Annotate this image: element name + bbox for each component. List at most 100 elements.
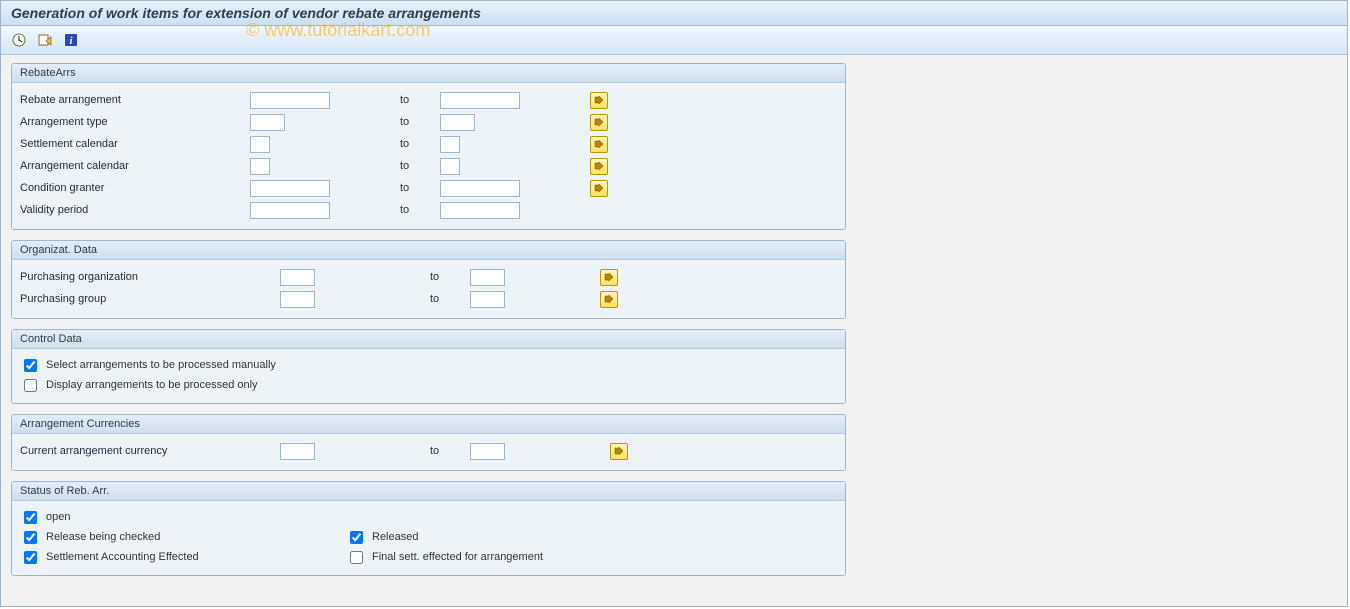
label-condition-granter: Condition granter <box>20 182 250 194</box>
row-validity-period: Validity period to <box>20 199 837 221</box>
checkbox-release-check[interactable] <box>24 531 37 544</box>
to-label: to <box>430 293 470 305</box>
input-purchasing-org-to[interactable] <box>470 269 505 286</box>
panel-header: Organizat. Data <box>12 241 845 260</box>
execute-button[interactable] <box>9 30 29 50</box>
row-arrangement-type: Arrangement type to <box>20 111 837 133</box>
label-display-only: Display arrangements to be processed onl… <box>46 379 258 391</box>
panel-rebate-arrs: RebateArrs Rebate arrangement to Arrange… <box>11 63 846 230</box>
label-release-check: Release being checked <box>46 531 160 543</box>
arrow-right-icon <box>594 118 604 126</box>
arrow-right-icon <box>594 162 604 170</box>
row-display-only: Display arrangements to be processed onl… <box>20 375 837 395</box>
input-purchasing-org-from[interactable] <box>280 269 315 286</box>
multi-select-button[interactable] <box>590 92 608 109</box>
input-settlement-calendar-from[interactable] <box>250 136 270 153</box>
row-release-check: Release being checked Released <box>20 527 837 547</box>
label-validity-period: Validity period <box>20 204 250 216</box>
input-condition-granter-to[interactable] <box>440 180 520 197</box>
label-purchasing-org: Purchasing organization <box>20 271 280 283</box>
panel-header: Arrangement Currencies <box>12 415 845 434</box>
label-final-sett: Final sett. effected for arrangement <box>372 551 543 563</box>
input-settlement-calendar-to[interactable] <box>440 136 460 153</box>
window-title: Generation of work items for extension o… <box>11 5 481 21</box>
to-label: to <box>400 204 440 216</box>
to-label: to <box>400 160 440 172</box>
checkbox-display-only[interactable] <box>24 379 37 392</box>
row-open: open <box>20 507 837 527</box>
panel-org-data: Organizat. Data Purchasing organization … <box>11 240 846 319</box>
to-label: to <box>400 116 440 128</box>
row-purchasing-org: Purchasing organization to <box>20 266 837 288</box>
row-rebate-arrangement: Rebate arrangement to <box>20 89 837 111</box>
label-settle-effected: Settlement Accounting Effected <box>46 551 199 563</box>
label-released: Released <box>372 531 418 543</box>
input-arrangement-type-to[interactable] <box>440 114 475 131</box>
to-label: to <box>400 182 440 194</box>
panel-status: Status of Reb. Arr. open Release being c… <box>11 481 846 576</box>
input-rebate-arrangement-to[interactable] <box>440 92 520 109</box>
input-currency-to[interactable] <box>470 443 505 460</box>
input-arrangement-type-from[interactable] <box>250 114 285 131</box>
multi-select-button[interactable] <box>610 443 628 460</box>
row-purchasing-group: Purchasing group to <box>20 288 837 310</box>
arrow-right-icon <box>614 447 624 455</box>
label-select-manual: Select arrangements to be processed manu… <box>46 359 276 371</box>
panel-body: open Release being checked Released <box>12 501 845 575</box>
row-arrangement-calendar: Arrangement calendar to <box>20 155 837 177</box>
panel-control-data: Control Data Select arrangements to be p… <box>11 329 846 404</box>
multi-select-button[interactable] <box>590 136 608 153</box>
label-purchasing-group: Purchasing group <box>20 293 280 305</box>
label-rebate-arrangement: Rebate arrangement <box>20 94 250 106</box>
label-settlement-calendar: Settlement calendar <box>20 138 250 150</box>
content-area: RebateArrs Rebate arrangement to Arrange… <box>1 55 1347 584</box>
multi-select-button[interactable] <box>590 158 608 175</box>
checkbox-open[interactable] <box>24 511 37 524</box>
label-currency: Current arrangement currency <box>20 445 280 457</box>
input-rebate-arrangement-from[interactable] <box>250 92 330 109</box>
input-condition-granter-from[interactable] <box>250 180 330 197</box>
label-arrangement-calendar: Arrangement calendar <box>20 160 250 172</box>
checkbox-released[interactable] <box>350 531 363 544</box>
input-currency-from[interactable] <box>280 443 315 460</box>
multi-select-button[interactable] <box>600 269 618 286</box>
input-arrangement-calendar-to[interactable] <box>440 158 460 175</box>
input-purchasing-group-from[interactable] <box>280 291 315 308</box>
input-validity-period-to[interactable] <box>440 202 520 219</box>
panel-body: Current arrangement currency to <box>12 434 845 470</box>
checkbox-settle-effected[interactable] <box>24 551 37 564</box>
row-settlement-calendar: Settlement calendar to <box>20 133 837 155</box>
panel-header: RebateArrs <box>12 64 845 83</box>
row-currency: Current arrangement currency to <box>20 440 837 462</box>
toolbar: i © www.tutorialkart.com <box>1 26 1347 55</box>
info-button[interactable]: i <box>61 30 81 50</box>
input-arrangement-calendar-from[interactable] <box>250 158 270 175</box>
arrow-right-icon <box>594 96 604 104</box>
panel-currencies: Arrangement Currencies Current arrangeme… <box>11 414 846 471</box>
panel-body: Rebate arrangement to Arrangement type t… <box>12 83 845 229</box>
arrow-right-icon <box>604 295 614 303</box>
get-variant-button[interactable] <box>35 30 55 50</box>
title-bar: Generation of work items for extension o… <box>1 1 1347 26</box>
to-label: to <box>430 271 470 283</box>
arrow-right-icon <box>594 140 604 148</box>
input-purchasing-group-to[interactable] <box>470 291 505 308</box>
arrow-right-icon <box>594 184 604 192</box>
panel-body: Purchasing organization to Purchasing gr… <box>12 260 845 318</box>
clock-execute-icon <box>11 32 27 48</box>
row-select-manual: Select arrangements to be processed manu… <box>20 355 837 375</box>
multi-select-button[interactable] <box>590 114 608 131</box>
multi-select-button[interactable] <box>590 180 608 197</box>
variant-icon <box>37 32 53 48</box>
to-label: to <box>430 445 470 457</box>
input-validity-period-from[interactable] <box>250 202 330 219</box>
panel-header: Status of Reb. Arr. <box>12 482 845 501</box>
row-condition-granter: Condition granter to <box>20 177 837 199</box>
checkbox-select-manual[interactable] <box>24 359 37 372</box>
label-arrangement-type: Arrangement type <box>20 116 250 128</box>
arrow-right-icon <box>604 273 614 281</box>
checkbox-final-sett[interactable] <box>350 551 363 564</box>
panel-header: Control Data <box>12 330 845 349</box>
multi-select-button[interactable] <box>600 291 618 308</box>
app-window: Generation of work items for extension o… <box>0 0 1348 607</box>
